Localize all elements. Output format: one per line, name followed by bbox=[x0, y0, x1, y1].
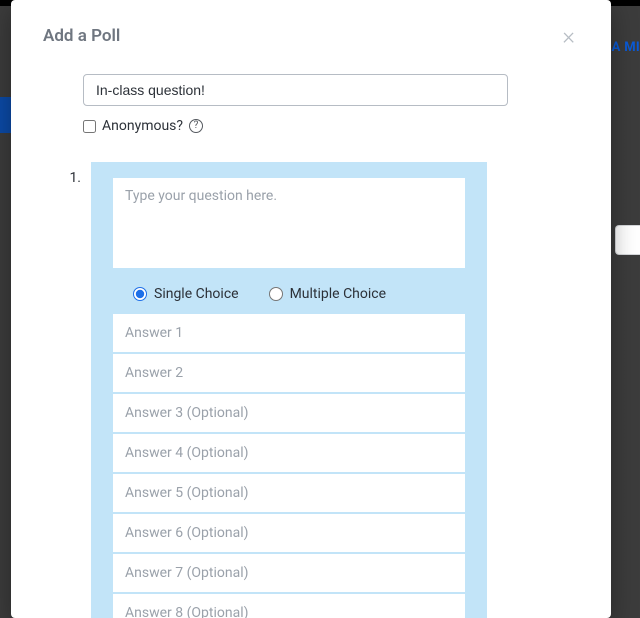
question-text-input[interactable] bbox=[113, 178, 465, 268]
close-icon[interactable]: × bbox=[558, 20, 579, 52]
question-number: 1. bbox=[61, 162, 81, 618]
answer-input-6[interactable] bbox=[113, 514, 465, 552]
choice-type-row: Single Choice Multiple Choice bbox=[113, 272, 465, 314]
anonymous-checkbox[interactable] bbox=[83, 120, 96, 133]
poll-title-input[interactable] bbox=[83, 74, 508, 106]
anonymous-row: Anonymous? ? bbox=[83, 118, 579, 134]
background-right-label: A MI bbox=[612, 40, 640, 55]
answer-input-5[interactable] bbox=[113, 474, 465, 512]
single-choice-option[interactable]: Single Choice bbox=[133, 286, 239, 302]
answer-input-3[interactable] bbox=[113, 394, 465, 432]
answer-input-8[interactable] bbox=[113, 594, 465, 618]
answer-input-4[interactable] bbox=[113, 434, 465, 472]
background-right-tab bbox=[615, 225, 640, 255]
multiple-choice-label: Multiple Choice bbox=[290, 286, 386, 302]
modal-title: Add a Poll bbox=[43, 26, 120, 46]
add-poll-modal: Add a Poll × Anonymous? ? 1. Single Choi… bbox=[11, 0, 611, 618]
question-card: Single Choice Multiple Choice bbox=[91, 162, 487, 618]
single-choice-radio[interactable] bbox=[133, 287, 147, 301]
multiple-choice-radio[interactable] bbox=[269, 287, 283, 301]
question-wrapper: 1. Single Choice Multiple Choice bbox=[43, 162, 579, 618]
single-choice-label: Single Choice bbox=[154, 286, 239, 302]
help-icon[interactable]: ? bbox=[189, 119, 203, 133]
answers-list bbox=[113, 314, 465, 618]
modal-header: Add a Poll × bbox=[43, 20, 579, 64]
answer-input-2[interactable] bbox=[113, 354, 465, 392]
poll-form: Anonymous? ? 1. Single Choice Multiple C… bbox=[43, 64, 579, 618]
answer-input-7[interactable] bbox=[113, 554, 465, 592]
answer-input-1[interactable] bbox=[113, 314, 465, 352]
anonymous-label: Anonymous? bbox=[102, 118, 183, 134]
multiple-choice-option[interactable]: Multiple Choice bbox=[269, 286, 386, 302]
